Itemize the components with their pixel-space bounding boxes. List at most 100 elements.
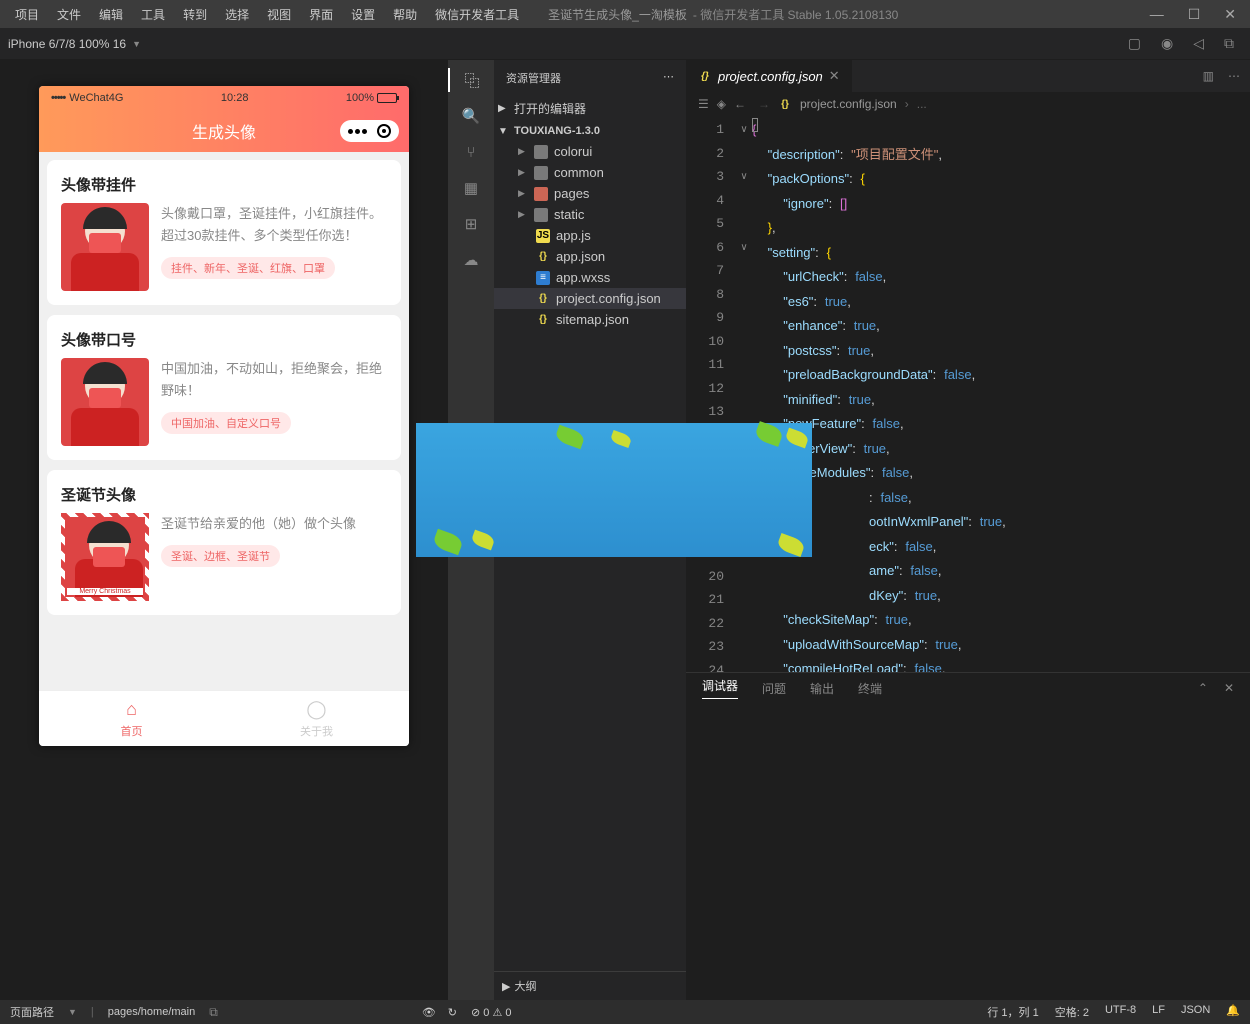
more-icon[interactable]: ⋯ [663, 70, 674, 86]
list-icon[interactable]: ☰ [698, 97, 709, 111]
page-route[interactable]: pages/home/main [108, 1006, 195, 1018]
close-icon[interactable]: ✕ [1224, 6, 1236, 23]
minimap[interactable] [1230, 116, 1250, 672]
file-app.json[interactable]: {} app.json [494, 246, 686, 267]
menu-项目[interactable]: 项目 [6, 2, 48, 27]
folder-name: common [554, 165, 604, 180]
cursor-position[interactable]: 行 1，列 1 [987, 1004, 1038, 1020]
panel-tab-调试器[interactable]: 调试器 [702, 677, 738, 699]
folder-pages[interactable]: ▶pages [494, 183, 686, 204]
outline-section[interactable]: ▶ 大纲 [494, 971, 686, 1000]
project-name-label: TOUXIANG-1.3.0 [514, 125, 600, 137]
project-root[interactable]: ▼ TOUXIANG-1.3.0 [494, 121, 686, 141]
chevron-down-icon: ▼ [132, 39, 141, 49]
close-tab-icon[interactable]: ✕ [829, 68, 840, 84]
problems-count[interactable]: ⊘ 0 ⚠ 0 [471, 1006, 511, 1019]
code-editor[interactable]: 1234567891011121314151617181920212223242… [686, 116, 1250, 672]
debug-icon[interactable]: ▦ [459, 176, 483, 200]
breadcrumb-file[interactable]: project.config.json [800, 97, 897, 111]
git-icon[interactable]: ⑂ [459, 140, 483, 164]
preview-icon[interactable]: 👁 [422, 1006, 436, 1019]
extensions-icon[interactable]: ⊞ [459, 212, 483, 236]
tab-首页[interactable]: ⌂首页 [39, 691, 224, 746]
menu-选择[interactable]: 选择 [216, 2, 258, 27]
more-icon[interactable]: ⋯ [1228, 69, 1240, 83]
nav-forward-icon[interactable]: → [758, 97, 770, 111]
menu-转到[interactable]: 转到 [174, 2, 216, 27]
chevron-down-icon[interactable]: ▼ [68, 1007, 77, 1017]
page-content[interactable]: 头像带挂件 头像戴口罩，圣诞挂件，小红旗挂件。超过30款挂件、多个类型任你选！ … [39, 152, 409, 690]
file-name: app.json [556, 249, 605, 264]
collapse-icon[interactable]: ⌃ [1198, 681, 1208, 695]
device-selector[interactable]: iPhone 6/7/8 100% 16 ▼ [8, 37, 141, 51]
panel-tab-问题[interactable]: 问题 [762, 680, 786, 697]
copy-icon[interactable]: ⧉ [209, 1005, 218, 1020]
menu-设置[interactable]: 设置 [342, 2, 384, 27]
menu-帮助[interactable]: 帮助 [384, 2, 426, 27]
tab-label: 关于我 [300, 723, 333, 739]
panel-tab-输出[interactable]: 输出 [810, 680, 834, 697]
simulator-pane: ••••• WeChat4G 10:28 100% 生成头像 头像带挂件 [0, 60, 448, 1000]
encoding-info[interactable]: UTF-8 [1105, 1004, 1136, 1020]
nav-title: 生成头像 [192, 119, 256, 143]
carrier-label: WeChat4G [69, 92, 123, 104]
language-mode[interactable]: JSON [1181, 1004, 1210, 1020]
bell-icon[interactable]: 🔔 [1226, 1004, 1240, 1020]
refresh-icon[interactable]: ↻ [448, 1006, 457, 1019]
file-icon: ≡ [536, 271, 550, 285]
file-app.js[interactable]: JS app.js [494, 225, 686, 246]
panel-tab-终端[interactable]: 终端 [858, 680, 882, 697]
capsule-close-icon [377, 124, 391, 138]
file-name: sitemap.json [556, 312, 629, 327]
capsule-button[interactable] [340, 120, 399, 142]
project-name: 圣诞节生成头像_一淘模板 [548, 6, 687, 23]
folder-common[interactable]: ▶ common [494, 162, 686, 183]
app-title: - 微信开发者工具 Stable 1.05.2108130 [693, 6, 898, 23]
file-icon: {} [536, 313, 550, 327]
window-controls: — ☐ ✕ [1150, 6, 1244, 23]
menu-文件[interactable]: 文件 [48, 2, 90, 27]
file-name: app.js [556, 228, 591, 243]
eol-info[interactable]: LF [1152, 1004, 1165, 1020]
panel-content[interactable] [686, 703, 1250, 1000]
feature-card[interactable]: 圣诞节头像 Merry Christmas 圣诞节给亲爱的他（她）做个头像 圣诞… [47, 470, 401, 615]
menu-微信开发者工具[interactable]: 微信开发者工具 [426, 2, 528, 27]
folder-icon [534, 166, 548, 180]
minimize-icon[interactable]: — [1150, 6, 1164, 23]
file-project.config.json[interactable]: {}project.config.json [494, 288, 686, 309]
bookmark-icon[interactable]: ◈ [717, 97, 726, 111]
file-icon: {} [536, 250, 550, 264]
split-icon[interactable]: ▥ [1203, 69, 1214, 83]
mute-icon[interactable]: ◁ [1193, 35, 1204, 52]
search-icon[interactable]: 🔍 [459, 104, 483, 128]
editor-tab[interactable]: {} project.config.json ✕ [686, 60, 852, 92]
menu-编辑[interactable]: 编辑 [90, 2, 132, 27]
menu-视图[interactable]: 视图 [258, 2, 300, 27]
menu-工具[interactable]: 工具 [132, 2, 174, 27]
floating-overlay [416, 423, 812, 557]
menu-界面[interactable]: 界面 [300, 2, 342, 27]
record-icon[interactable]: ◉ [1161, 35, 1173, 52]
feature-card[interactable]: 头像带挂件 头像戴口罩，圣诞挂件，小红旗挂件。超过30款挂件、多个类型任你选！ … [47, 160, 401, 305]
folder-colorui[interactable]: ▶colorui [494, 141, 686, 162]
device-icon[interactable]: ▢ [1128, 35, 1141, 52]
nav-back-icon[interactable]: ← [734, 97, 746, 111]
tab-关于我[interactable]: ◯关于我 [224, 691, 409, 746]
file-icon: JS [536, 229, 550, 243]
file-name: project.config.json [556, 291, 661, 306]
maximize-icon[interactable]: ☐ [1188, 6, 1201, 23]
file-app.wxss[interactable]: ≡app.wxss [494, 267, 686, 288]
breadcrumb-more[interactable]: ... [917, 97, 927, 111]
feature-card[interactable]: 头像带口号 中国加油，不动如山，拒绝聚会，拒绝野味！ 中国加油、自定义口号 [47, 315, 401, 460]
open-editors-section[interactable]: ▶ 打开的编辑器 [494, 96, 686, 121]
cloud-icon[interactable]: ☁ [459, 248, 483, 272]
file-sitemap.json[interactable]: {} sitemap.json [494, 309, 686, 330]
close-panel-icon[interactable]: ✕ [1224, 681, 1234, 695]
explorer-icon[interactable]: ⿻ [448, 68, 494, 92]
detach-icon[interactable]: ⧉ [1224, 35, 1234, 52]
json-icon: {} [778, 97, 792, 111]
card-tags: 中国加油、自定义口号 [161, 412, 291, 434]
chevron-right-icon: ▶ [518, 167, 528, 178]
indent-info[interactable]: 空格: 2 [1055, 1004, 1089, 1020]
folder-static[interactable]: ▶static [494, 204, 686, 225]
